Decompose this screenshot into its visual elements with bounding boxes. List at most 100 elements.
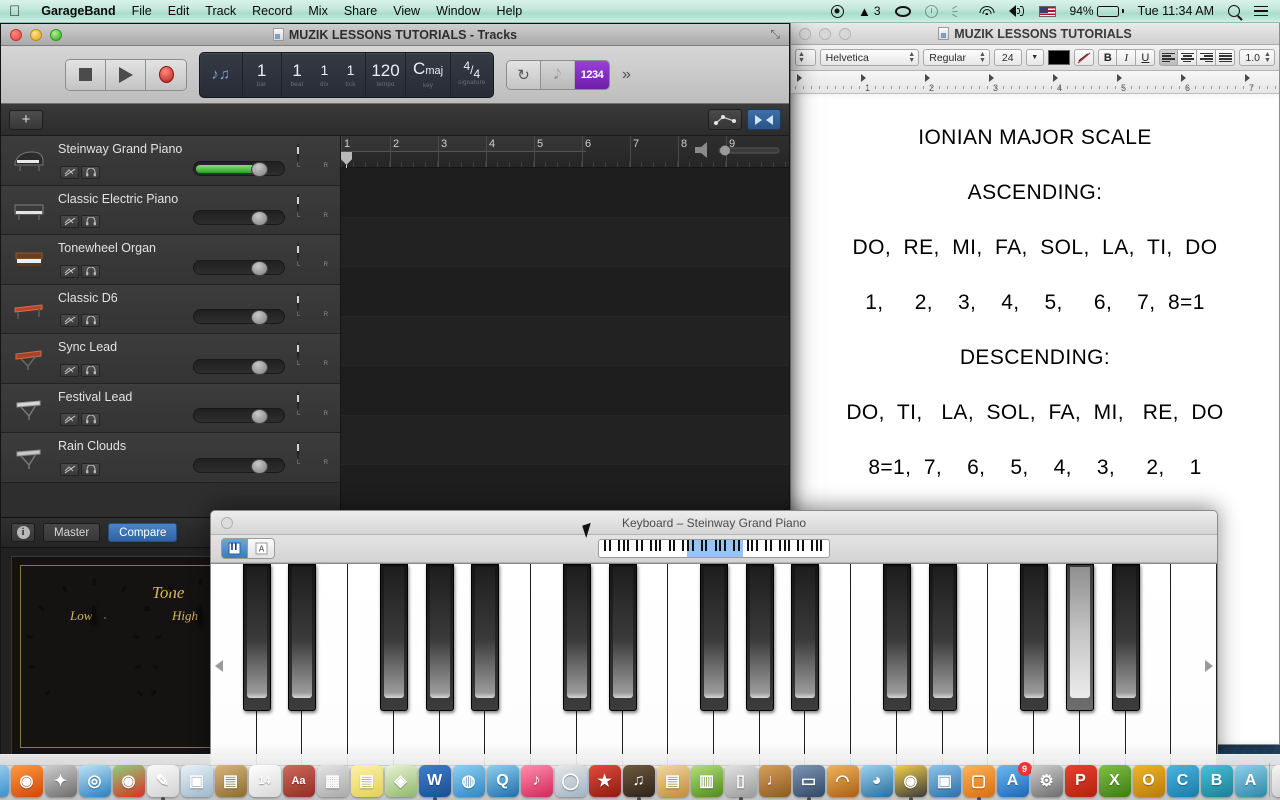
pan-knob[interactable]: LR (297, 242, 328, 274)
ruler-tab-stop[interactable] (989, 74, 994, 82)
bold-button[interactable]: B (1098, 49, 1118, 66)
cycle-icon[interactable]: ↻ (507, 60, 541, 89)
menu-item-help[interactable]: Help (489, 0, 531, 23)
mute-icon[interactable] (60, 413, 79, 426)
wifi-icon[interactable] (972, 0, 1002, 23)
font-size-field[interactable]: 24 (993, 49, 1022, 66)
black-key[interactable] (882, 564, 911, 711)
lcd-tempo[interactable]: 120 tempo (366, 52, 407, 97)
pan-knob[interactable]: LR (297, 291, 328, 324)
dock-item-ipod[interactable]: ▯ (724, 765, 757, 800)
close-icon[interactable] (221, 516, 233, 529)
lcd-display[interactable]: ♪♫ 1 bar 1 beat 1 div 1 tick 120 tempo C… (199, 51, 494, 98)
menu-item-mix[interactable]: Mix (300, 0, 335, 23)
menu-item-file[interactable]: File (124, 0, 160, 23)
pan-knob[interactable]: LR (297, 341, 328, 373)
mixer-icon[interactable] (747, 109, 781, 130)
automation-icon[interactable] (708, 109, 742, 130)
dock-item-notes[interactable]: ▤ (350, 765, 383, 797)
menu-item-garageband[interactable]: GarageBand (33, 0, 123, 23)
mute-icon[interactable] (60, 314, 79, 327)
dock-item-blender-b[interactable]: B (1200, 765, 1233, 797)
track-row[interactable]: Festival Lead LR (1, 383, 340, 433)
headphone-icon[interactable] (81, 462, 100, 476)
dock-item-garageband[interactable]: ♫ (622, 765, 655, 800)
dock-item-dictionary[interactable]: Aa (282, 765, 315, 797)
pan-knob[interactable]: LR (297, 390, 328, 423)
italic-button[interactable]: I (1117, 49, 1137, 66)
mute-icon[interactable] (60, 165, 79, 179)
scroll-left-arrow-icon[interactable] (215, 659, 223, 672)
pan-knob[interactable]: LR (297, 192, 328, 225)
volume-slider[interactable] (193, 309, 285, 325)
dock-item-safari[interactable]: ◎ (78, 765, 111, 797)
ruler-tab-stop[interactable] (925, 74, 930, 82)
dock-item-contacts[interactable]: ▤ (214, 765, 247, 797)
mute-icon[interactable] (60, 363, 79, 377)
tab-master[interactable]: Master (43, 523, 101, 542)
headphone-icon[interactable] (81, 215, 100, 228)
master-volume-slider[interactable] (693, 140, 783, 162)
timeline-lanes[interactable] (341, 168, 789, 517)
align-justify-icon[interactable] (1216, 49, 1236, 66)
dock-item-chrome[interactable]: ◉ (112, 765, 145, 797)
volume-icon[interactable] (1002, 0, 1032, 23)
spotlight-search-icon[interactable] (1221, 0, 1247, 23)
menubar-clock[interactable]: Tue 11:34 AM (1131, 0, 1221, 23)
stop-button[interactable] (66, 59, 106, 90)
dock-item-word[interactable]: W (418, 765, 451, 800)
textedit-ruler[interactable]: 1234567 (791, 71, 1279, 94)
garageband-traffic-lights[interactable] (10, 28, 62, 41)
track-row[interactable]: Sync Lead LR (1, 334, 340, 384)
mute-icon[interactable] (60, 215, 79, 228)
lcd-tick[interactable]: 1 tick (336, 52, 366, 97)
mini-keyboard-overview[interactable] (598, 539, 830, 558)
track-row[interactable]: Rain Clouds LR (1, 433, 340, 483)
style-popup[interactable]: ▲ ▼ (795, 49, 816, 66)
playhead[interactable] (341, 152, 352, 165)
close-icon[interactable] (799, 27, 811, 40)
menu-item-record[interactable]: Record (244, 0, 300, 23)
timeline-lane[interactable] (341, 465, 789, 515)
font-family-popup[interactable]: Helvetica ▲ ▼ (819, 49, 920, 66)
dock-item-headphones-app[interactable]: ◠ (826, 765, 859, 797)
dock-item-maps[interactable]: ◈ (384, 765, 417, 797)
dock-item-imovie[interactable]: ★ (588, 765, 621, 797)
timeline-ruler[interactable]: 1 2 3 4 5 6 7 8 9 (341, 136, 789, 168)
metronome-icon[interactable]: 𝅘𝅥𝅮 (541, 60, 575, 89)
menu-item-share[interactable]: Share (336, 0, 385, 23)
ruler-tab-stop[interactable] (1245, 74, 1250, 82)
black-key[interactable] (745, 564, 774, 711)
textedit-title-bar[interactable]: MUZIK LESSONS TUTORIALS (791, 23, 1279, 45)
headphone-icon[interactable] (81, 314, 100, 327)
headphone-icon[interactable] (81, 264, 100, 278)
tab-compare[interactable]: Compare (108, 523, 178, 542)
ruler-tab-stop[interactable] (1053, 74, 1058, 82)
dock-item-ibooks[interactable]: ▢ (962, 765, 995, 800)
high-knob[interactable] (132, 578, 268, 696)
ruler-tab-stop[interactable] (797, 74, 802, 82)
font-style-popup[interactable]: Regular ▲ ▼ (923, 49, 990, 66)
dock-item-logic[interactable]: ◕ (860, 765, 893, 797)
lcd-bar[interactable]: 1 bar (243, 52, 282, 97)
dock-item-photos[interactable]: ◯ (554, 765, 587, 797)
align-left-icon[interactable] (1159, 49, 1179, 66)
dock-item-calculator[interactable]: ▦ (316, 765, 349, 797)
track-row[interactable]: Tonewheel Organ LR (1, 235, 340, 285)
notification-center-icon[interactable] (1247, 0, 1275, 23)
dock-item-system-preferences[interactable]: ⚙ (1030, 765, 1063, 797)
creative-cloud-icon[interactable] (888, 0, 918, 23)
apple-logo-icon[interactable]:  (9, 4, 20, 19)
bluetooth-icon[interactable]: 🗧 (945, 0, 972, 23)
lcd-signature[interactable]: 4/4 signature (451, 53, 493, 97)
dock-item-keynote-stand[interactable]: ▣ (928, 765, 961, 797)
black-key[interactable] (700, 564, 728, 711)
dock-item-firefox[interactable]: ◉ (10, 765, 43, 797)
black-key[interactable] (562, 564, 591, 711)
menu-item-track[interactable]: Track (197, 0, 244, 23)
lcd-beat[interactable]: 1 beat (282, 53, 313, 97)
black-key[interactable] (608, 564, 637, 711)
dock-item-office-o[interactable]: O (1132, 765, 1165, 797)
track-row[interactable]: Classic D6 LR (1, 284, 340, 334)
ruler-tab-stop[interactable] (1181, 74, 1186, 82)
